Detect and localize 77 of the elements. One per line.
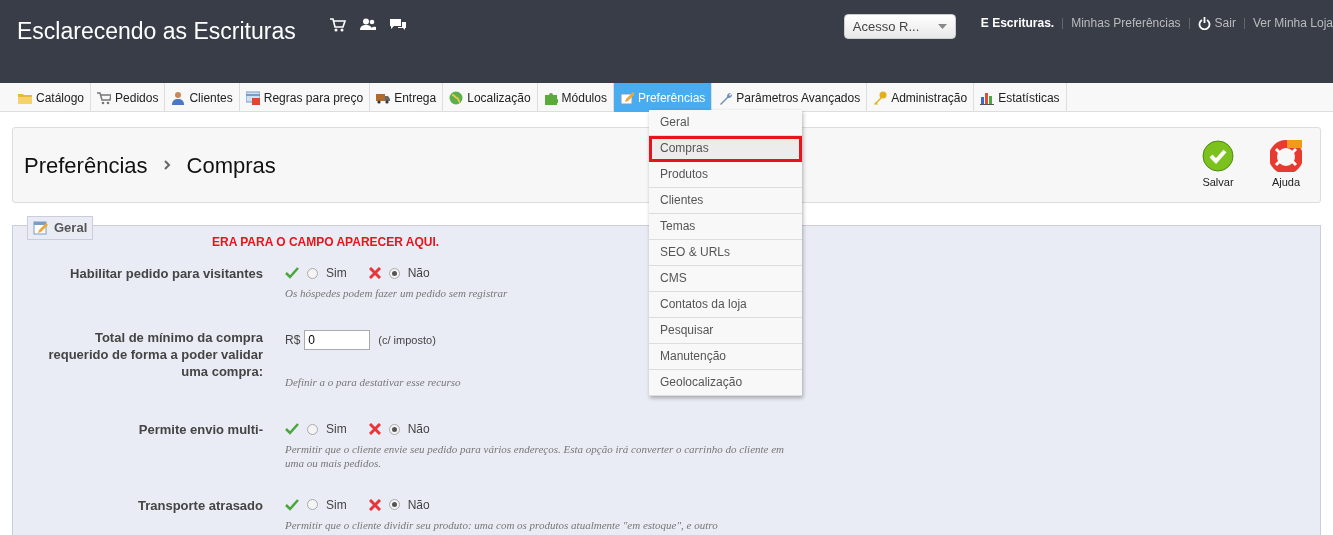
help-button[interactable]: Ajuda <box>1256 139 1316 191</box>
field-label: Transporte atrasado <box>137 496 263 515</box>
radio-button[interactable] <box>388 423 400 435</box>
help-text: Permitir que o cliente envie seu pedido para vários endereços. Esta opção irá converter o carrinho do cliente em uma ou mais pedidos. <box>285 443 785 470</box>
breadcrumb-item[interactable]: Preferências <box>24 148 148 182</box>
person-icon <box>171 90 186 105</box>
warning-text: ERA PARA O CAMPO APARECER AQUI. <box>212 234 440 251</box>
lifebuoy-icon <box>1270 139 1302 172</box>
check-icon <box>285 423 299 436</box>
logout-link[interactable]: Sair <box>1197 14 1236 32</box>
cross-icon <box>368 267 381 279</box>
cart-icon <box>97 90 112 105</box>
nav-tab[interactable]: Catálogo <box>12 83 92 112</box>
nav-tab[interactable]: Estatísticas <box>974 83 1067 112</box>
suffix-label: (c/ imposto) <box>378 332 436 348</box>
edit-icon <box>619 90 634 105</box>
field-label: Habilitar pedido para visitantes <box>69 265 263 283</box>
caret-icon <box>937 24 947 29</box>
bar-chart-icon <box>980 90 995 105</box>
radio-button[interactable] <box>307 423 318 435</box>
submenu-item[interactable]: Contatos da loja <box>649 292 802 318</box>
radio-button[interactable] <box>388 499 400 511</box>
option-label: Não <box>407 421 430 439</box>
option-label: Não <box>407 265 430 282</box>
option-label: Sim <box>326 421 347 439</box>
submenu-item[interactable]: Temas <box>649 214 802 240</box>
radio-button[interactable] <box>388 267 400 279</box>
header-link[interactable]: Minhas Preferências <box>1071 14 1181 32</box>
cross-icon <box>368 498 381 511</box>
option-label: Não <box>407 496 430 514</box>
nav-tab[interactable]: Localização <box>443 83 538 112</box>
card-icon <box>245 90 260 105</box>
cart-icon[interactable] <box>329 18 346 32</box>
option-label: Sim <box>326 496 347 514</box>
price-input[interactable]: 0 <box>304 330 371 351</box>
help-text: Os hóspedes podem fazer um pedido sem registrar <box>285 287 508 301</box>
breadcrumb-item: Compras <box>186 151 276 180</box>
key-icon <box>873 90 888 105</box>
header-link[interactable]: Ver Minha Loja <box>1252 14 1333 32</box>
radio-button[interactable] <box>307 267 318 279</box>
currency-label: R$ <box>285 332 301 350</box>
option-label: Sim <box>326 265 347 282</box>
submenu-item[interactable]: Produtos <box>649 162 802 188</box>
submenu-item[interactable]: CMS <box>649 266 802 292</box>
submenu-item[interactable]: SEO & URLs <box>649 240 802 266</box>
field-label: Permite envio multi- <box>137 421 263 440</box>
chevron-icon <box>163 160 171 170</box>
submenu-item[interactable]: Manutenção <box>649 344 802 370</box>
field-label: Total de mínimo da compra requerido de forma a poder validar uma compra: <box>47 330 263 381</box>
check-icon <box>285 498 299 511</box>
submenu-item[interactable]: Geolocalização <box>649 370 802 396</box>
submenu-item[interactable]: Clientes <box>649 188 802 214</box>
nav-tab[interactable]: Módulos <box>537 83 614 112</box>
site-title: Esclarecendo as Escrituras <box>17 17 296 46</box>
nav-tab[interactable]: Regras para preço <box>239 83 371 112</box>
nav-tab[interactable]: Entrega <box>370 83 444 112</box>
radio-button[interactable] <box>307 499 318 511</box>
shop-select[interactable]: Acesso R... <box>843 14 956 39</box>
nav-tab[interactable]: Administração <box>867 83 975 112</box>
submenu-item[interactable]: Pesquisar <box>649 318 802 344</box>
nav-tab[interactable]: Pedidos <box>91 83 166 112</box>
check-icon <box>285 267 299 279</box>
chat-icon[interactable] <box>389 18 406 31</box>
check-icon <box>1202 139 1234 172</box>
help-text: Permitir que o cliente dividir seu produto: uma com os produtos atualmente "em estoque", e outro <box>285 518 718 532</box>
user-name: E Escrituras. <box>980 15 1055 32</box>
edit-icon <box>33 220 49 236</box>
nav-tab[interactable]: Clientes <box>165 83 240 112</box>
users-icon[interactable] <box>359 18 376 30</box>
submenu-item[interactable]: Compras <box>649 136 802 162</box>
power-icon <box>1197 16 1211 30</box>
legend-text: Geral <box>54 219 88 237</box>
cross-icon <box>368 423 381 436</box>
help-text: Definir a o para destativar esse recurso <box>285 376 461 390</box>
puzzle-icon <box>543 90 558 105</box>
save-button[interactable]: Salvar <box>1188 139 1248 191</box>
wrench-icon <box>718 90 733 105</box>
